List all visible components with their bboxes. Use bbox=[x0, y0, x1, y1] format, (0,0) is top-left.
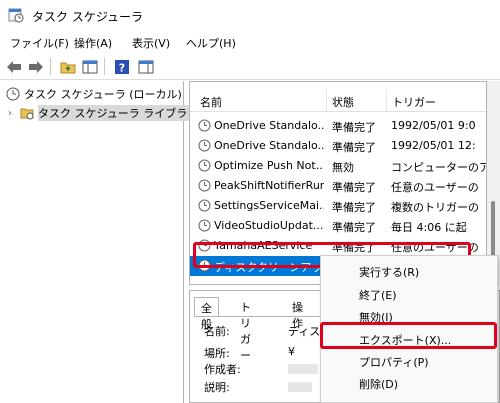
menu-bar: ファイル(F) 操作(A) 表示(V) ヘルプ(H) bbox=[0, 31, 500, 53]
task-name: SettingsServiceMai... bbox=[214, 199, 324, 212]
clock-icon bbox=[6, 87, 20, 101]
task-name: VideoStudioUpdat... bbox=[214, 219, 324, 232]
task-trigger: 1992/05/01 12: bbox=[391, 139, 476, 152]
task-clock-icon bbox=[198, 119, 211, 132]
window-title: タスク スケジューラ bbox=[32, 10, 143, 24]
location-value[interactable]: ¥ bbox=[288, 345, 295, 358]
folder-up-icon bbox=[60, 62, 75, 73]
task-trigger: 1992/05/01 9:0 bbox=[391, 119, 476, 132]
action-pane-icon bbox=[138, 60, 153, 73]
location-label: 場所: bbox=[204, 347, 230, 360]
task-clock-icon bbox=[198, 159, 211, 172]
menu-end[interactable]: 終了(E) bbox=[359, 287, 397, 303]
tab-triggers[interactable]: トリガー bbox=[234, 297, 257, 362]
back-arrow-icon bbox=[6, 60, 21, 73]
task-name: OneDrive Standalo... bbox=[214, 139, 324, 152]
task-trigger: 毎日 4:06 に起 bbox=[391, 221, 467, 234]
task-status: 準備完了 bbox=[332, 181, 376, 194]
task-trigger: 複数のトリガーの bbox=[391, 201, 479, 214]
menu-view[interactable]: 表示(V) bbox=[130, 35, 172, 51]
task-name: PeakShiftNotifierRun bbox=[214, 179, 324, 192]
column-trigger[interactable]: トリガー bbox=[392, 94, 436, 110]
toolbar: ? bbox=[0, 53, 500, 80]
console-tree: タスク スケジューラ (ローカル) › タスク スケジューラ ライブラリ bbox=[0, 81, 203, 403]
chevron-right-icon[interactable]: › bbox=[8, 108, 20, 119]
task-name: Optimize Push Not... bbox=[214, 159, 324, 172]
menu-file[interactable]: ファイル(F) bbox=[8, 35, 71, 51]
menu-run[interactable]: 実行する(R) bbox=[359, 264, 419, 280]
task-clock-icon bbox=[198, 199, 211, 212]
table-row[interactable]: OneDrive Standalo... 準備完了 1992/05/01 9:0 bbox=[190, 116, 486, 136]
tree-root-label: タスク スケジューラ (ローカル) bbox=[24, 88, 182, 101]
folder-clock-icon bbox=[20, 106, 34, 120]
back-button[interactable] bbox=[4, 57, 23, 76]
menu-properties[interactable]: プロパティ(P) bbox=[359, 354, 429, 370]
task-status: 準備完了 bbox=[332, 201, 376, 214]
svg-text:?: ? bbox=[118, 61, 124, 74]
task-status: 無効 bbox=[332, 161, 354, 174]
console-tree-icon bbox=[82, 60, 97, 73]
task-scheduler-app-icon bbox=[8, 8, 24, 23]
task-status: 準備完了 bbox=[332, 221, 376, 234]
table-row[interactable]: Optimize Push Not... 無効 コンピューターのア bbox=[190, 156, 487, 176]
title-bar: タスク スケジューラ bbox=[0, 0, 500, 31]
help-button[interactable]: ? bbox=[112, 57, 131, 76]
table-row[interactable]: PeakShiftNotifierRun 準備完了 任意のユーザーの bbox=[190, 176, 486, 196]
tab-actions[interactable]: 操作 bbox=[286, 297, 309, 330]
show-pane-button[interactable] bbox=[80, 57, 99, 76]
menu-delete[interactable]: 削除(D) bbox=[359, 376, 398, 392]
description-value-redacted bbox=[288, 382, 312, 392]
task-status: 準備完了 bbox=[332, 141, 376, 154]
tab-general[interactable]: 全般 bbox=[194, 297, 219, 331]
description-label: 説明: bbox=[204, 381, 230, 394]
name-label: 名前: bbox=[204, 325, 230, 338]
author-value-redacted bbox=[288, 364, 318, 374]
author-label: 作成者: bbox=[204, 363, 241, 376]
action-pane-button[interactable] bbox=[136, 57, 155, 76]
tree-item-root[interactable]: タスク スケジューラ (ローカル) bbox=[6, 85, 182, 103]
forward-button[interactable] bbox=[26, 57, 45, 76]
tree-item-library-row[interactable]: › タスク スケジューラ ライブラリ bbox=[8, 104, 203, 122]
column-status[interactable]: 状態 bbox=[332, 94, 354, 110]
help-icon: ? bbox=[114, 59, 129, 74]
task-trigger: コンピューターのア bbox=[391, 161, 487, 174]
column-name[interactable]: 名前 bbox=[200, 94, 222, 110]
task-name: OneDrive Standalo... bbox=[214, 119, 324, 132]
table-row[interactable]: VideoStudioUpdat... 準備完了 毎日 4:06 に起 bbox=[190, 216, 486, 236]
task-clock-icon bbox=[198, 139, 211, 152]
task-clock-icon bbox=[198, 179, 211, 192]
task-status: 準備完了 bbox=[332, 121, 376, 134]
tree-library-label: タスク スケジューラ ライブラリ bbox=[38, 105, 203, 121]
task-clock-icon bbox=[198, 219, 211, 232]
table-row[interactable]: SettingsServiceMai... 準備完了 複数のトリガーの bbox=[190, 196, 486, 216]
up-folder-button[interactable] bbox=[58, 57, 77, 76]
export-item-highlight bbox=[320, 322, 497, 349]
scrollbar-thumb[interactable] bbox=[491, 201, 495, 261]
task-trigger: 任意のユーザーの bbox=[391, 181, 479, 194]
table-row[interactable]: OneDrive Standalo... 準備完了 1992/05/01 12: bbox=[190, 136, 486, 156]
forward-arrow-icon bbox=[28, 60, 43, 73]
menu-help[interactable]: ヘルプ(H) bbox=[184, 35, 238, 51]
list-header: 名前 状態 トリガー bbox=[190, 90, 486, 112]
menu-action[interactable]: 操作(A) bbox=[72, 35, 114, 51]
